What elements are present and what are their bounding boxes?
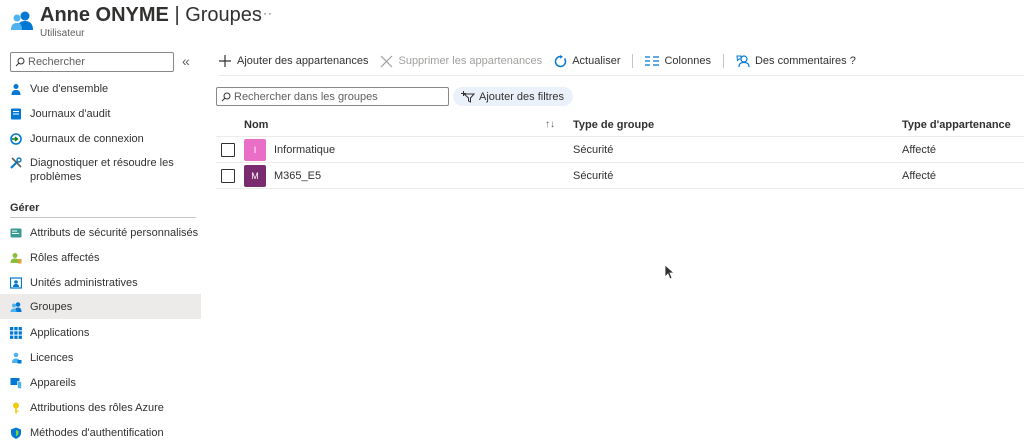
- group-avatar: I: [244, 139, 266, 161]
- sort-icon[interactable]: ↑↓: [545, 119, 555, 130]
- users-icon: [11, 11, 33, 30]
- sidebar-item-label: Groupes: [30, 301, 73, 313]
- feedback-label: Des commentaires ?: [754, 55, 856, 67]
- table-row[interactable]: M M365_E5 Sécurité Affecté: [216, 163, 1024, 189]
- remove-memberships-label: Supprimer les appartenances: [398, 55, 543, 67]
- filter-add-icon: [461, 90, 475, 103]
- groups-icon: [10, 302, 22, 312]
- sidebar-item-licenses[interactable]: Licences: [0, 351, 201, 369]
- sidebar-item-label: Méthodes d'authentification: [30, 427, 164, 439]
- sidebar-search[interactable]: [10, 52, 174, 72]
- plus-icon: [219, 55, 231, 67]
- sidebar-item-diagnose[interactable]: Diagnostiquer et résoudre les problèmes: [0, 156, 201, 186]
- groups-search[interactable]: [216, 87, 449, 106]
- row-checkbox[interactable]: [221, 143, 235, 157]
- column-header-group-type[interactable]: Type de groupe: [573, 119, 654, 131]
- sidebar-item-groups[interactable]: Groupes: [0, 294, 201, 319]
- sign-in-log-icon: [10, 133, 22, 145]
- sidebar: « Vue d'ensemble Journaux d'audit Journa…: [0, 50, 201, 441]
- sidebar-item-label: Journaux de connexion: [30, 133, 144, 145]
- row-checkbox[interactable]: [221, 169, 235, 183]
- key-icon: [13, 402, 19, 414]
- group-type: Sécurité: [573, 170, 614, 182]
- sidebar-item-overview[interactable]: Vue d'ensemble: [0, 82, 201, 100]
- sidebar-item-azure-role-assignments[interactable]: Attributions des rôles Azure: [0, 401, 201, 419]
- shield-icon: [11, 427, 21, 439]
- sidebar-item-label: Unités administratives: [30, 277, 138, 289]
- group-type: Sécurité: [573, 144, 614, 156]
- sidebar-item-security-attributes[interactable]: Attributs de sécurité personnalisés: [0, 226, 201, 244]
- sidebar-item-label: Attributions des rôles Azure: [30, 402, 164, 414]
- group-name-link[interactable]: Informatique: [274, 144, 335, 156]
- add-filters-button[interactable]: Ajouter des filtres: [453, 87, 573, 106]
- refresh-label: Actualiser: [572, 55, 621, 67]
- sidebar-item-audit-logs[interactable]: Journaux d'audit: [0, 107, 201, 125]
- sidebar-search-input[interactable]: [28, 56, 168, 68]
- sidebar-item-admin-units[interactable]: Unités administratives: [0, 276, 201, 294]
- sidebar-item-label: Diagnostiquer et résoudre les problèmes: [30, 157, 174, 183]
- add-memberships-label: Ajouter des appartenances: [237, 55, 369, 67]
- group-name-link[interactable]: M365_E5: [274, 170, 321, 182]
- feedback-button[interactable]: Des commentaires ?: [736, 54, 856, 68]
- search-icon: [15, 57, 25, 67]
- sidebar-item-label: Attributs de sécurité personnalisés: [30, 227, 199, 239]
- wrench-icon: [10, 157, 22, 169]
- admin-units-icon: [10, 277, 22, 289]
- person-icon: [11, 84, 21, 95]
- devices-icon: [10, 378, 22, 389]
- page-title: Anne ONYME | Groupes: [40, 4, 262, 26]
- section-title-manage: Gérer: [10, 202, 40, 214]
- grid-icon: [10, 327, 22, 339]
- table-row[interactable]: I Informatique Sécurité Affecté: [216, 137, 1024, 163]
- more-options-button[interactable]: ···: [258, 6, 273, 20]
- refresh-button[interactable]: Actualiser: [554, 54, 621, 68]
- column-header-membership-type[interactable]: Type d'appartenance: [902, 119, 1011, 131]
- columns-label: Colonnes: [664, 55, 711, 67]
- column-header-name[interactable]: Nom: [244, 119, 268, 131]
- sidebar-item-label: Vue d'ensemble: [30, 83, 109, 95]
- license-icon: [12, 352, 22, 364]
- toolbar-divider: [218, 75, 1024, 76]
- collapse-sidebar-button[interactable]: «: [182, 53, 190, 69]
- remove-memberships-button[interactable]: Supprimer les appartenances: [380, 55, 542, 68]
- groups-table: Nom ↑↓ Type de groupe Type d'appartenanc…: [216, 114, 1024, 189]
- sidebar-item-label: Licences: [30, 352, 74, 364]
- sidebar-item-auth-methods[interactable]: Méthodes d'authentification: [0, 426, 201, 441]
- add-memberships-button[interactable]: Ajouter des appartenances: [218, 54, 368, 68]
- sidebar-item-label: Appareils: [30, 377, 76, 389]
- sidebar-item-label: Applications: [30, 327, 90, 339]
- close-icon: [381, 55, 393, 67]
- sidebar-item-assigned-roles[interactable]: Rôles affectés: [0, 251, 201, 269]
- page-subtitle: Utilisateur: [40, 28, 85, 39]
- sidebar-item-devices[interactable]: Appareils: [0, 376, 201, 394]
- membership-type: Affecté: [902, 170, 937, 182]
- audit-log-icon: [11, 108, 21, 120]
- columns-button[interactable]: Colonnes: [645, 55, 711, 67]
- feedback-icon: [736, 55, 750, 68]
- refresh-icon: [554, 54, 567, 67]
- sidebar-item-sign-in-logs[interactable]: Journaux de connexion: [0, 132, 201, 150]
- sidebar-item-label: Rôles affectés: [30, 252, 100, 264]
- columns-icon: [645, 56, 660, 66]
- sidebar-item-label: Journaux d'audit: [30, 108, 111, 120]
- mouse-cursor: [664, 264, 674, 280]
- roles-icon: [10, 253, 22, 264]
- toolbar-separator: [722, 54, 724, 68]
- groups-search-input[interactable]: [234, 90, 434, 103]
- toolbar-separator: [632, 54, 634, 68]
- membership-type: Affecté: [902, 144, 937, 156]
- table-header: Nom ↑↓ Type de groupe Type d'appartenanc…: [216, 114, 1024, 137]
- section-divider: [10, 217, 196, 218]
- sidebar-item-applications[interactable]: Applications: [0, 326, 201, 344]
- add-filters-label: Ajouter des filtres: [479, 90, 564, 103]
- group-avatar: M: [244, 165, 266, 187]
- security-attributes-icon: [10, 228, 22, 238]
- command-bar: Ajouter des appartenances Supprimer les …: [218, 50, 868, 72]
- search-icon: [221, 92, 231, 101]
